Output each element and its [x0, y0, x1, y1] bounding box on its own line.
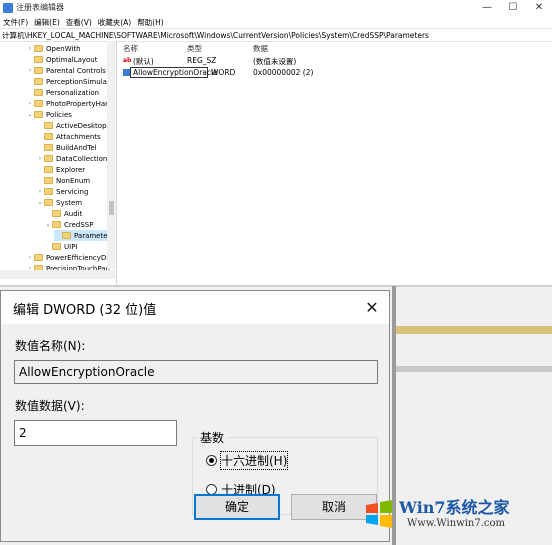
watermark: Win7系统之家 Www.Winwin7.com	[355, 488, 552, 543]
folder-icon	[44, 188, 53, 195]
tree-vertical-scrollbar[interactable]	[107, 41, 116, 269]
chevron-down-icon: ⌄	[37, 199, 43, 206]
string-value-icon: ab	[123, 57, 132, 64]
folder-icon	[34, 67, 43, 74]
windows-logo-icon	[366, 500, 392, 528]
chevron-right-icon: ›	[28, 67, 32, 74]
minimize-button[interactable]: —	[474, 0, 500, 16]
base-label: 基数	[197, 429, 228, 446]
tree-item[interactable]: BuildAndTel	[36, 142, 97, 153]
chevron-right-icon: ›	[38, 155, 42, 162]
watermark-brand: Win7系统之家	[399, 498, 510, 517]
chevron-right-icon: ›	[28, 100, 32, 107]
menu-view[interactable]: 查看(V)	[63, 16, 95, 28]
tree-item[interactable]: Personalization	[26, 87, 99, 98]
value-rename-field[interactable]: AllowEncryptionOracle	[130, 67, 218, 78]
folder-icon	[44, 177, 53, 184]
value-row[interactable]: AllowEncryptionOracle WORD 0x00000002 (2…	[117, 67, 552, 79]
tree-item[interactable]: OptimalLayout	[26, 54, 98, 65]
tree-item[interactable]: Explorer	[36, 164, 85, 175]
edit-dword-dialog: 编辑 DWORD (32 位)值 ✕ 数值名称(N): AllowEncrypt…	[0, 290, 390, 542]
folder-icon	[52, 210, 61, 217]
address-bar[interactable]: 计算机\HKEY_LOCAL_MACHINE\SOFTWARE\Microsof…	[0, 28, 552, 42]
tree-horizontal-scrollbar[interactable]	[0, 270, 116, 279]
scroll-thumb[interactable]	[109, 201, 114, 215]
window-controls: — ☐ ✕	[474, 0, 552, 16]
folder-icon	[44, 133, 53, 140]
tree-item[interactable]: PerceptionSimulatio	[26, 76, 116, 87]
menu-bar: 文件(F) 编辑(E) 查看(V) 收藏夹(A) 帮助(H)	[0, 16, 552, 28]
tree-item[interactable]: UIPI	[44, 241, 77, 252]
folder-icon	[34, 111, 43, 118]
watermark-url: Www.Winwin7.com	[407, 518, 505, 529]
regedit-icon	[3, 3, 13, 13]
hex-radio[interactable]	[206, 455, 217, 466]
folder-icon	[52, 243, 61, 250]
hex-radio-option[interactable]: 十六进制(H)	[206, 451, 289, 470]
folder-icon	[44, 155, 53, 162]
ok-button[interactable]: 确定	[194, 494, 280, 520]
chevron-down-icon: ⌄	[27, 111, 33, 118]
tree-item[interactable]: ⌄ Policies	[26, 109, 71, 120]
address-path: 计算机\HKEY_LOCAL_MACHINE\SOFTWARE\Microsof…	[2, 31, 429, 40]
value-name-label: 数值名称(N):	[15, 339, 86, 353]
folder-icon	[44, 122, 53, 129]
menu-file[interactable]: 文件(F)	[0, 16, 31, 28]
folder-icon	[44, 166, 53, 173]
title-bar: 注册表编辑器 — ☐ ✕	[0, 0, 552, 16]
value-data-label: 数值数据(V):	[15, 399, 85, 413]
chevron-right-icon: ›	[28, 254, 32, 261]
tree-item[interactable]: › OpenWith	[26, 43, 81, 54]
folder-icon	[44, 199, 53, 206]
menu-help[interactable]: 帮助(H)	[134, 16, 167, 28]
folder-icon	[34, 100, 43, 107]
folder-icon	[34, 45, 43, 52]
tree-item[interactable]: ⌄ System	[36, 197, 82, 208]
folder-icon	[34, 78, 43, 85]
chevron-right-icon: ›	[28, 45, 32, 52]
tree-item[interactable]: Attachments	[36, 131, 101, 142]
tree-item[interactable]: › Servicing	[36, 186, 89, 197]
value-row[interactable]: ab (默认) REG_SZ (数值未设置)	[117, 55, 552, 67]
key-tree: › OpenWith OptimalLayout › Parental Contro…	[0, 41, 117, 285]
tree-item[interactable]: › PowerEfficiencyDiagr	[26, 252, 116, 263]
chevron-down-icon: ⌄	[45, 221, 51, 228]
window-title: 注册表编辑器	[16, 3, 64, 12]
folder-icon	[62, 232, 71, 239]
hex-radio-label[interactable]: 十六进制(H)	[219, 451, 289, 470]
menu-edit[interactable]: 编辑(E)	[31, 16, 63, 28]
column-header-data[interactable]: 数据	[253, 43, 268, 54]
tree-item[interactable]: NonEnum	[36, 175, 90, 186]
dialog-title-bar: 编辑 DWORD (32 位)值 ✕	[1, 291, 389, 324]
tree-item[interactable]: › PhotoPropertyHandle	[26, 98, 116, 109]
folder-icon	[34, 254, 43, 261]
tree-item[interactable]: › DataCollection	[36, 153, 108, 164]
folder-icon	[34, 89, 43, 96]
folder-icon	[44, 144, 53, 151]
dialog-title: 编辑 DWORD (32 位)值	[13, 303, 157, 318]
tree-item[interactable]: ActiveDesktop	[36, 120, 107, 131]
folder-icon	[52, 221, 61, 228]
tree-item[interactable]: › Parental Controls	[26, 65, 106, 76]
close-button[interactable]: ✕	[526, 0, 552, 16]
value-name-field[interactable]: AllowEncryptionOracle	[14, 360, 378, 384]
menu-favorites[interactable]: 收藏夹(A)	[95, 16, 134, 28]
values-pane: 名称 类型 数据 ab (默认) REG_SZ (数值未设置) AllowEnc…	[117, 41, 552, 285]
registry-editor-window: 注册表编辑器 — ☐ ✕ 文件(F) 编辑(E) 查看(V) 收藏夹(A) 帮助…	[0, 0, 552, 286]
close-icon[interactable]: ✕	[359, 295, 385, 321]
tree-item[interactable]: ⌄ CredSSP	[44, 219, 93, 230]
column-header-name[interactable]: 名称	[123, 43, 138, 54]
column-header-type[interactable]: 类型	[187, 43, 202, 54]
maximize-button[interactable]: ☐	[500, 0, 526, 16]
value-data-input[interactable]: 2	[14, 420, 177, 446]
folder-icon	[34, 56, 43, 63]
dialog-body: 数值名称(N): AllowEncryptionOracle 数值数据(V): …	[1, 324, 389, 541]
chevron-right-icon: ›	[38, 188, 42, 195]
tree-item[interactable]: Audit	[44, 208, 82, 219]
